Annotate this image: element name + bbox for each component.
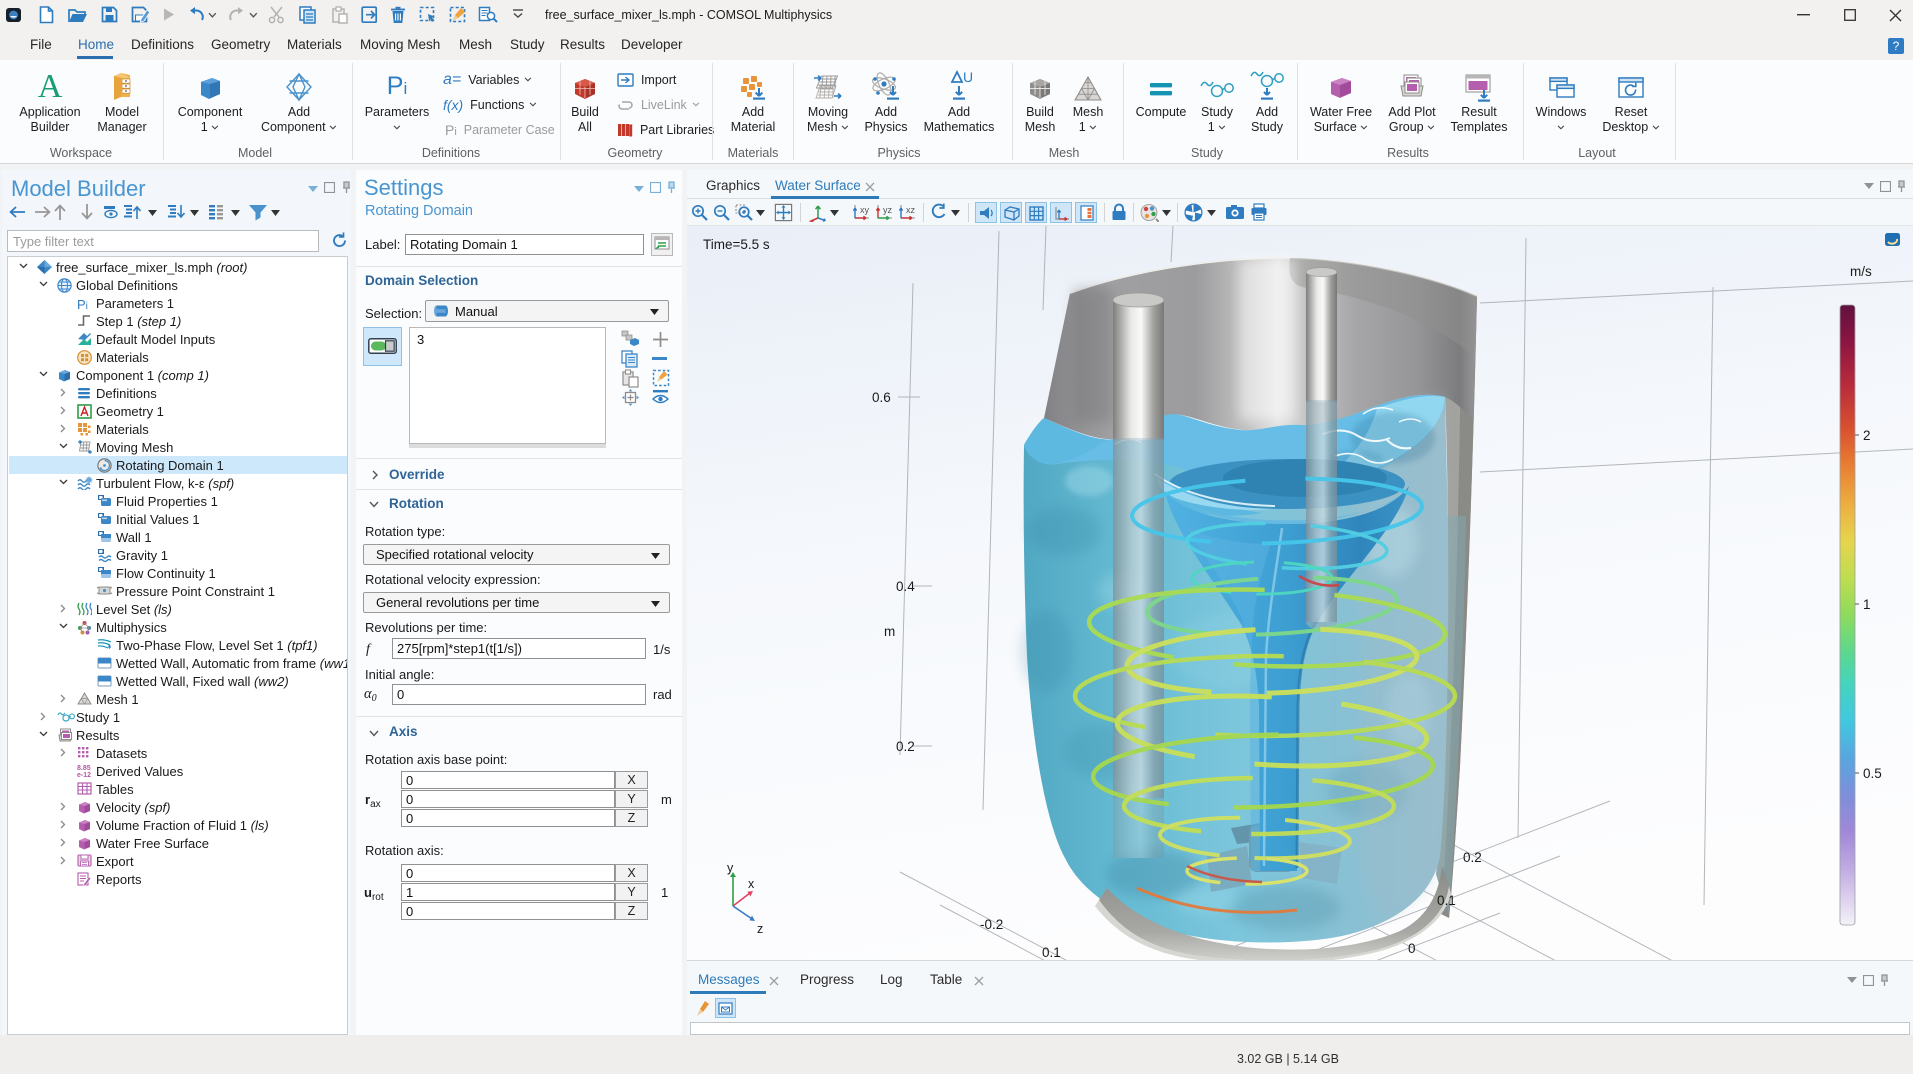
svg-text:z: z	[757, 922, 763, 936]
svg-text:m: m	[884, 624, 895, 639]
svg-text:0: 0	[1408, 941, 1416, 956]
svg-text:y: y	[727, 861, 734, 875]
svg-text:0.5: 0.5	[1863, 766, 1882, 781]
svg-text:2: 2	[1863, 428, 1871, 443]
svg-text:0.2: 0.2	[896, 739, 915, 754]
svg-text:m/s: m/s	[1850, 264, 1872, 279]
svg-text:xz: xz	[906, 205, 916, 215]
svg-text:1: 1	[1863, 597, 1871, 612]
svg-text:0.6: 0.6	[872, 390, 891, 405]
svg-text:yz: yz	[883, 205, 893, 215]
svg-text:0.1: 0.1	[1042, 945, 1061, 960]
svg-text:0.1: 0.1	[1437, 893, 1456, 908]
svg-text:Time=5.5 s: Time=5.5 s	[703, 237, 770, 252]
svg-text:-0.2: -0.2	[980, 917, 1003, 932]
svg-text:xy: xy	[860, 205, 870, 215]
svg-text:0.4: 0.4	[896, 579, 915, 594]
svg-text:x: x	[748, 877, 755, 891]
svg-text:U: U	[963, 70, 973, 85]
svg-text:0.2: 0.2	[1463, 850, 1482, 865]
